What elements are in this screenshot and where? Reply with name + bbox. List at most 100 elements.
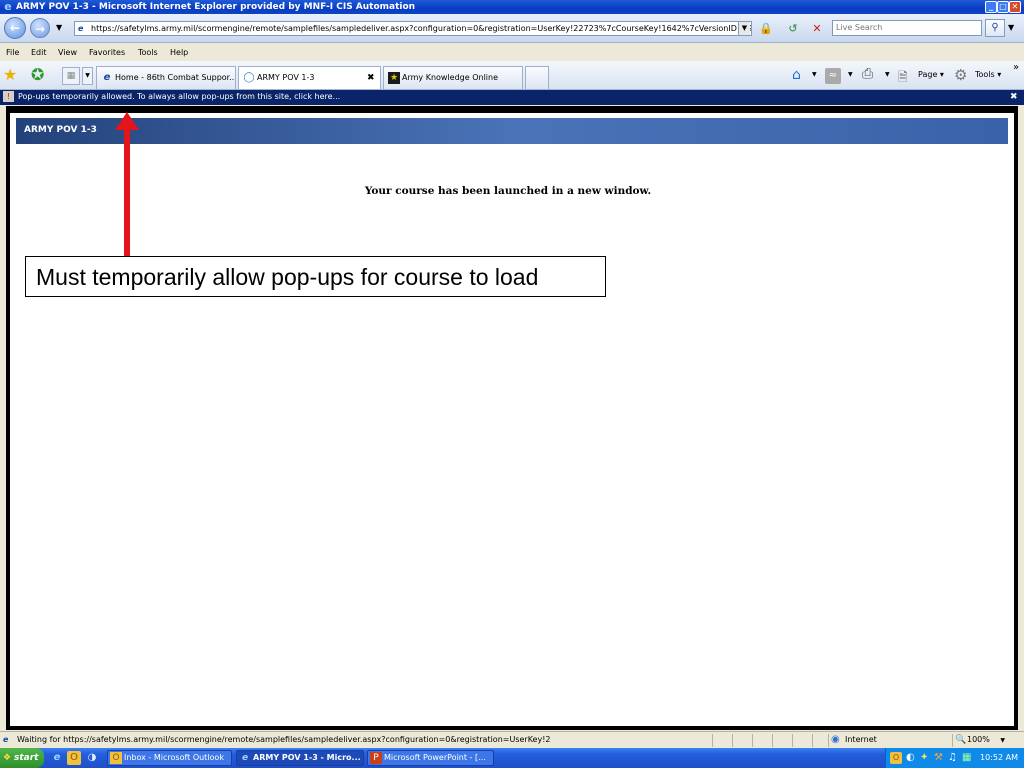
task-label: ARMY POV 1-3 - Micro...	[253, 753, 361, 762]
popup-information-bar[interactable]: ! Pop-ups temporarily allowed. To always…	[0, 90, 1024, 105]
zoom-dropdown-icon[interactable]: ▼	[1000, 737, 1005, 744]
tool-tray-icon[interactable]: ⚒	[934, 748, 943, 768]
zoom-icon: 🔍	[955, 735, 967, 745]
tab-label: Army Knowledge Online	[402, 73, 499, 82]
zoom-control[interactable]: 🔍 100% ▼	[952, 734, 1014, 747]
status-pane	[772, 734, 792, 747]
address-dropdown-icon[interactable]: ▼	[738, 22, 750, 35]
loading-page-icon: e	[3, 735, 9, 744]
tab-army-pov[interactable]: ◯ ARMY POV 1-3 ✖	[238, 66, 381, 89]
close-window-button[interactable]: ✕	[1009, 1, 1021, 13]
ie-icon: e	[4, 0, 12, 13]
outlook-tray-icon[interactable]: O	[890, 752, 902, 764]
page-icon: 🗎	[898, 70, 908, 84]
new-tab-button[interactable]	[525, 66, 549, 89]
search-icon[interactable]: ⚲	[985, 19, 1005, 37]
print-dropdown-icon[interactable]: ▼	[885, 71, 890, 78]
print-icon[interactable]: ⎙	[862, 66, 873, 82]
start-button[interactable]: ❖ start	[0, 748, 44, 768]
address-url: https://safetylms.army.mil/scormengine/r…	[91, 24, 752, 33]
popup-blocked-icon: !	[3, 91, 14, 102]
feeds-dropdown-icon[interactable]: ▼	[848, 71, 853, 78]
tab-label: ARMY POV 1-3	[257, 73, 315, 82]
clock[interactable]: 10:52 AM	[980, 748, 1018, 768]
add-favorites-icon[interactable]: ✪	[31, 65, 44, 84]
page-content	[10, 113, 1014, 726]
menu-view[interactable]: View	[58, 44, 77, 61]
back-button[interactable]: ←	[4, 17, 26, 39]
network-tray-icon[interactable]: ▦	[962, 748, 971, 768]
status-pane	[812, 734, 828, 747]
security-tray-icon[interactable]: ◐	[906, 748, 915, 768]
status-bar: e Waiting for https://safetylms.army.mil…	[0, 731, 1024, 748]
windows-logo-icon: ❖	[3, 753, 12, 763]
start-label: start	[14, 753, 39, 763]
menu-favorites[interactable]: Favorites	[89, 44, 125, 61]
chevron-more-icon[interactable]: »	[1013, 62, 1019, 73]
minimize-button[interactable]: _	[985, 1, 997, 13]
feeds-icon[interactable]: ≈	[825, 68, 841, 84]
status-pane	[712, 734, 732, 747]
army-star-icon: ★	[388, 72, 400, 84]
annotation-callout: Must temporarily allow pop-ups for cours…	[25, 256, 606, 297]
stop-icon[interactable]: ✕	[808, 20, 826, 37]
favorites-star-icon[interactable]: ★	[3, 65, 17, 84]
annotation-arrow-head	[115, 112, 139, 130]
task-label: Inbox - Microsoft Outlook	[124, 753, 224, 762]
menu-file[interactable]: File	[6, 44, 19, 61]
home-icon[interactable]: ⌂	[792, 67, 801, 83]
status-pane	[752, 734, 772, 747]
menu-help[interactable]: Help	[170, 44, 188, 61]
page-menu[interactable]: Page ▾	[918, 70, 944, 79]
globe-icon: ◉	[831, 734, 840, 745]
ie-quicklaunch-icon[interactable]: e	[50, 751, 64, 765]
tools-menu-label: Tools	[975, 70, 995, 79]
home-dropdown-icon[interactable]: ▼	[812, 71, 817, 78]
tab-home-86th[interactable]: e Home - 86th Combat Suppor...	[96, 66, 236, 89]
course-header-banner	[16, 118, 1008, 144]
window-titlebar[interactable]: ARMY POV 1-3 - Microsoft Internet Explor…	[0, 0, 1024, 14]
status-pane	[792, 734, 812, 747]
menu-tools[interactable]: Tools	[138, 44, 158, 61]
search-options-icon[interactable]: ▼	[1008, 23, 1014, 32]
zoom-level: 100%	[967, 735, 990, 744]
task-label: Microsoft PowerPoint - [...	[384, 753, 486, 762]
address-input[interactable]: e https://safetylms.army.mil/scormengine…	[74, 21, 752, 36]
gear-icon: ⚙	[954, 66, 968, 84]
security-zone[interactable]: ◉ Internet	[828, 734, 950, 747]
forward-button[interactable]: →	[30, 18, 50, 38]
search-input[interactable]: Live Search	[832, 20, 982, 36]
ie-icon: e	[103, 72, 111, 83]
task-powerpoint[interactable]: P Microsoft PowerPoint - [...	[367, 750, 494, 766]
loading-icon: ◯	[243, 72, 255, 83]
menu-edit[interactable]: Edit	[31, 44, 47, 61]
task-army-pov[interactable]: e ARMY POV 1-3 - Micro...	[236, 750, 364, 766]
status-text: Waiting for https://safetylms.army.mil/s…	[17, 735, 551, 744]
annotation-arrow-shaft	[124, 126, 130, 256]
lock-icon[interactable]: 🔒	[757, 20, 775, 37]
launch-message: Your course has been launched in a new w…	[364, 185, 652, 197]
powerpoint-icon: P	[370, 752, 382, 764]
speaker-tray-icon[interactable]: ♫	[948, 748, 957, 768]
tab-army-knowledge-online[interactable]: ★ Army Knowledge Online	[383, 66, 523, 89]
tab-list-dropdown-icon[interactable]: ▼	[82, 67, 93, 85]
window-title: ARMY POV 1-3 - Microsoft Internet Explor…	[16, 2, 416, 12]
menu-bar: File Edit View Favorites Tools Help	[0, 44, 1024, 61]
history-dropdown-icon[interactable]: ▼	[56, 23, 62, 32]
refresh-icon[interactable]: ↺	[784, 20, 802, 37]
outlook-icon: O	[110, 752, 122, 764]
tools-menu[interactable]: Tools ▾	[975, 70, 1001, 79]
update-tray-icon[interactable]: ✦	[920, 748, 928, 768]
zone-label: Internet	[845, 735, 877, 744]
task-outlook[interactable]: O Inbox - Microsoft Outlook	[107, 750, 232, 766]
quick-tabs-icon[interactable]: ▦	[62, 67, 80, 85]
maximize-button[interactable]: □	[997, 1, 1009, 13]
close-infobar-icon[interactable]: ✖	[1010, 90, 1018, 104]
course-title: ARMY POV 1-3	[24, 125, 97, 135]
outlook-quicklaunch-icon[interactable]: O	[67, 751, 81, 765]
close-tab-icon[interactable]: ✖	[367, 67, 375, 89]
page-icon: e	[78, 24, 84, 33]
page-menu-label: Page	[918, 70, 938, 79]
desktop-quicklaunch-icon[interactable]: ◑	[85, 751, 99, 765]
ie-icon: e	[241, 753, 249, 763]
